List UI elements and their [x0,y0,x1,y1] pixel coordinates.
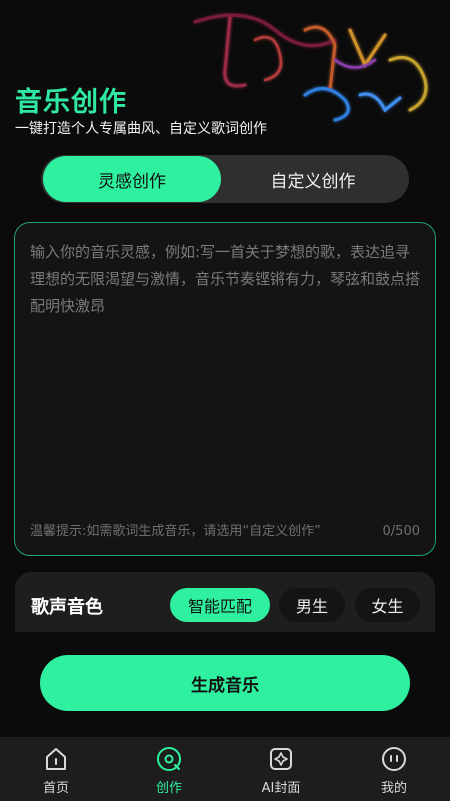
character-counter: 0/500 [382,524,420,539]
nav-label-ai-cover: AI封面 [261,781,301,796]
creation-mode-toggle: 灵感创作 自定义创作 [41,155,409,203]
editor-hint: 温馨提示:如需歌词生成音乐，请选用“自定义创作” [30,524,321,539]
tab-custom-creation[interactable]: 自定义创作 [224,156,402,202]
tab-inspiration-creation[interactable]: 灵感创作 [43,156,221,202]
nav-item-create[interactable]: 创作 [113,737,225,801]
generate-music-button[interactable]: 生成音乐 [40,655,410,711]
nav-item-home[interactable]: 首页 [0,737,112,801]
nav-label-profile: 我的 [380,781,407,796]
voice-option-smart-match[interactable]: 智能匹配 [170,588,270,622]
voice-option-male[interactable]: 男生 [279,588,345,622]
page-title: 音乐创作 [15,87,127,118]
nav-item-profile[interactable]: 我的 [338,737,450,801]
inspiration-input[interactable] [30,239,422,509]
nav-label-home: 首页 [42,781,69,796]
home-icon [46,748,66,770]
voice-timbre-panel: 歌声音色 智能匹配 男生 女生 [15,572,435,632]
voice-timbre-label: 歌声音色 [31,597,103,618]
nav-label-create: 创作 [155,781,182,796]
voice-option-female[interactable]: 女生 [355,588,420,622]
bottom-navigation: 首页 创作 AI封面 我的 [0,737,450,801]
nav-item-ai-cover[interactable]: AI封面 [225,737,337,801]
inspiration-editor: 温馨提示:如需歌词生成音乐，请选用“自定义创作” 0/500 [14,222,436,556]
disc-icon [157,747,181,771]
ai-cover-icon [270,748,292,770]
page-subtitle: 一键打造个人专属曲风、自定义歌词创作 [15,121,267,137]
profile-icon [382,747,406,771]
